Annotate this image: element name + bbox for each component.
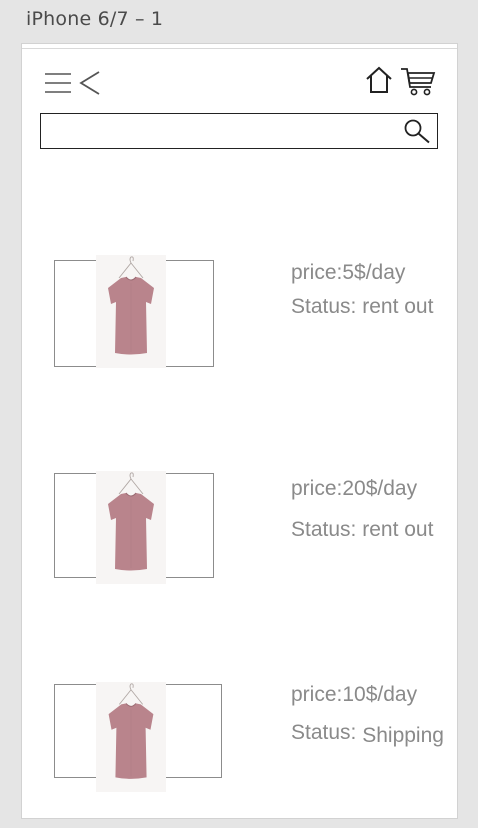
product-image[interactable] xyxy=(96,471,166,584)
product-price: price:10$/day xyxy=(291,683,418,706)
status-value: rent out xyxy=(362,518,434,541)
status-label: Status: xyxy=(291,721,357,744)
search-bar[interactable] xyxy=(40,113,438,149)
top-divider xyxy=(22,48,457,49)
menu-icon[interactable] xyxy=(44,72,72,94)
status-value: Shipping xyxy=(362,724,444,747)
product-price: price:5$/day xyxy=(291,261,406,284)
tshirt-icon xyxy=(108,472,154,571)
search-icon[interactable] xyxy=(403,118,431,144)
tshirt-icon xyxy=(108,256,154,355)
product-image[interactable] xyxy=(96,682,166,792)
artboard-label: iPhone 6/7 – 1 xyxy=(26,8,164,30)
cart-icon[interactable] xyxy=(400,66,436,96)
back-icon[interactable] xyxy=(78,70,102,96)
status-label: Status: xyxy=(291,295,357,318)
home-icon[interactable] xyxy=(365,66,393,94)
product-status: Status: rent out xyxy=(291,295,433,319)
status-label: Status: xyxy=(291,518,357,541)
product-status: Status: Shipping xyxy=(291,721,444,747)
product-image[interactable] xyxy=(96,255,166,368)
search-input[interactable] xyxy=(47,118,391,144)
product-status: Status: rent out xyxy=(291,518,433,542)
phone-screen: price:5$/day Status: rent out price:20$/… xyxy=(21,43,458,819)
tshirt-icon xyxy=(108,683,154,779)
product-price: price:20$/day xyxy=(291,477,418,500)
status-value: rent out xyxy=(362,295,434,318)
